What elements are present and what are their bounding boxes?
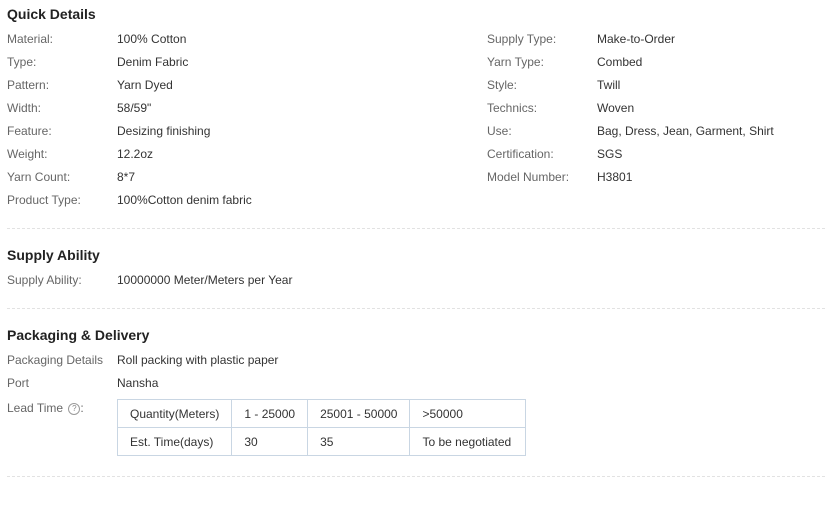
table-cell: Quantity(Meters) xyxy=(116,399,233,428)
lead-time-colon: : xyxy=(80,401,84,415)
table-cell: Est. Time(days) xyxy=(116,427,233,456)
table-cell: 25001 - 50000 xyxy=(307,399,411,428)
supply-ability-label: Supply Ability: xyxy=(7,273,82,287)
detail-label: Style: xyxy=(487,78,518,92)
table-cell: To be negotiated xyxy=(409,427,527,456)
packaging-details-value: Roll packing with plastic paper xyxy=(117,353,279,367)
supply-ability-title: Supply Ability xyxy=(7,247,100,263)
detail-value: 58/59" xyxy=(117,101,152,115)
detail-value: 100%Cotton denim fabric xyxy=(117,193,252,207)
lead-time-table: Quantity(Meters) 1 - 25000 25001 - 50000… xyxy=(116,399,527,456)
detail-label: Material: xyxy=(7,32,54,46)
detail-label: Feature: xyxy=(7,124,52,138)
quick-details-title: Quick Details xyxy=(7,6,96,22)
detail-value: Yarn Dyed xyxy=(117,78,173,92)
detail-value: H3801 xyxy=(597,170,633,184)
detail-label: Type: xyxy=(7,55,37,69)
section-divider xyxy=(7,476,825,477)
detail-value: Combed xyxy=(597,55,643,69)
detail-value: 12.2oz xyxy=(117,147,154,161)
table-cell: 35 xyxy=(307,427,411,456)
packaging-title: Packaging & Delivery xyxy=(7,327,150,343)
lead-time-label-group: Lead Time ?: xyxy=(7,401,84,415)
detail-label: Model Number: xyxy=(487,170,570,184)
detail-value: 100% Cotton xyxy=(117,32,187,46)
detail-value: Desizing finishing xyxy=(117,124,211,138)
table-cell: >50000 xyxy=(409,399,527,428)
detail-value: Woven xyxy=(597,101,635,115)
table-row: Quantity(Meters) 1 - 25000 25001 - 50000… xyxy=(116,399,527,428)
detail-value: Twill xyxy=(597,78,621,92)
detail-label: Width: xyxy=(7,101,42,115)
supply-ability-value: 10000000 Meter/Meters per Year xyxy=(117,273,293,287)
table-cell: 30 xyxy=(231,427,309,456)
detail-label: Product Type: xyxy=(7,193,81,207)
detail-label: Yarn Count: xyxy=(7,170,71,184)
detail-value: Make-to-Order xyxy=(597,32,676,46)
table-row: Est. Time(days) 30 35 To be negotiated xyxy=(116,427,527,456)
detail-label: Weight: xyxy=(7,147,48,161)
port-label: Port xyxy=(7,376,30,390)
detail-label: Pattern: xyxy=(7,78,50,92)
detail-label: Yarn Type: xyxy=(487,55,544,69)
detail-value: Bag, Dress, Jean, Garment, Shirt xyxy=(597,124,774,138)
port-value: Nansha xyxy=(117,376,159,390)
detail-label: Technics: xyxy=(487,101,538,115)
detail-value: SGS xyxy=(597,147,623,161)
section-divider xyxy=(7,228,825,229)
section-divider xyxy=(7,308,825,309)
lead-time-label: Lead Time xyxy=(7,401,64,415)
table-cell: 1 - 25000 xyxy=(231,399,309,428)
detail-label: Use: xyxy=(487,124,512,138)
detail-value: Denim Fabric xyxy=(117,55,189,69)
detail-value: 8*7 xyxy=(117,170,136,184)
detail-label: Supply Type: xyxy=(487,32,557,46)
packaging-details-label: Packaging Details xyxy=(7,353,104,367)
help-icon[interactable]: ? xyxy=(68,402,81,415)
detail-label: Certification: xyxy=(487,147,554,161)
